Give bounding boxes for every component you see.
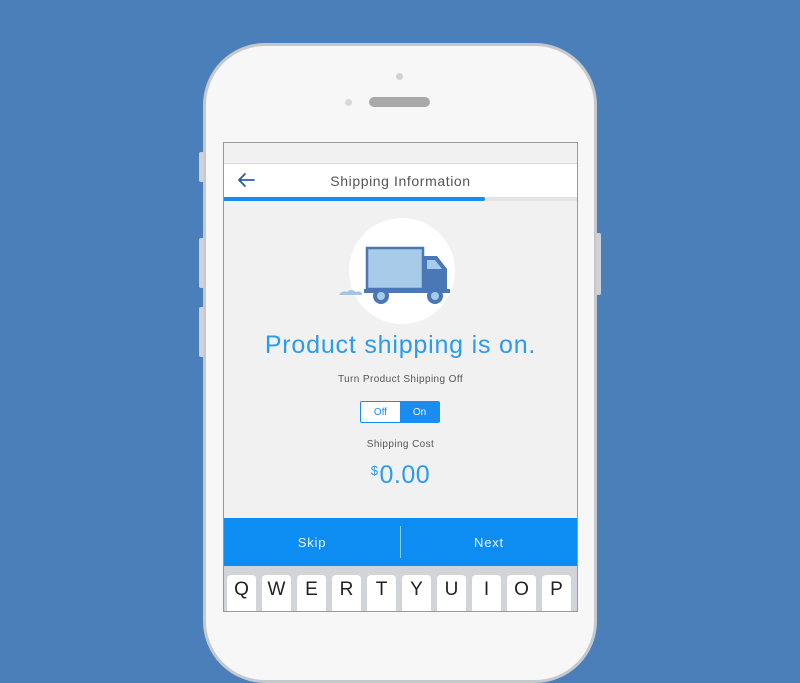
key-i[interactable]: I [472,575,501,611]
shipping-status-headline: Product shipping is on. [264,331,537,359]
status-bar [224,143,577,163]
toggle-on-option[interactable]: On [400,402,439,422]
key-y[interactable]: Y [402,575,431,611]
volume-down-button [199,307,204,357]
toggle-label: Turn Product Shipping Off [337,374,464,385]
skip-button[interactable]: Skip [224,518,400,566]
action-bar: Skip Next [224,518,577,566]
keyboard: QWERTYUIOP [224,566,577,611]
toggle-off-option[interactable]: Off [361,402,400,422]
key-w[interactable]: W [262,575,291,611]
front-camera [396,73,403,80]
key-q[interactable]: Q [227,575,256,611]
earpiece-speaker [369,97,430,107]
page-title: Shipping Information [330,172,471,189]
currency-symbol: $ [370,463,379,478]
key-p[interactable]: P [542,575,571,611]
volume-up-button [199,238,204,288]
progress-bar-fill [224,197,486,201]
back-button[interactable] [234,168,258,192]
cost-amount: 0.00 [379,461,431,489]
shipping-cost-value[interactable]: $0.00 [224,461,577,490]
key-t[interactable]: T [367,575,396,611]
arrow-left-icon [238,173,255,187]
key-u[interactable]: U [437,575,466,611]
key-r[interactable]: R [332,575,361,611]
nav-bar: Shipping Information [224,163,577,197]
progress-bar [224,197,577,201]
shipping-cost-label: Shipping Cost [366,439,435,450]
mute-switch [199,152,204,182]
phone-screen: Shipping Information Product shipping is… [223,142,578,612]
key-e[interactable]: E [297,575,326,611]
key-o[interactable]: O [507,575,536,611]
next-button[interactable]: Next [401,518,577,566]
proximity-sensor [345,99,352,106]
delivery-truck-icon [339,246,450,304]
power-button [596,233,601,295]
keyboard-row-1: QWERTYUIOP [227,575,571,611]
shipping-toggle[interactable]: Off On [360,401,440,423]
